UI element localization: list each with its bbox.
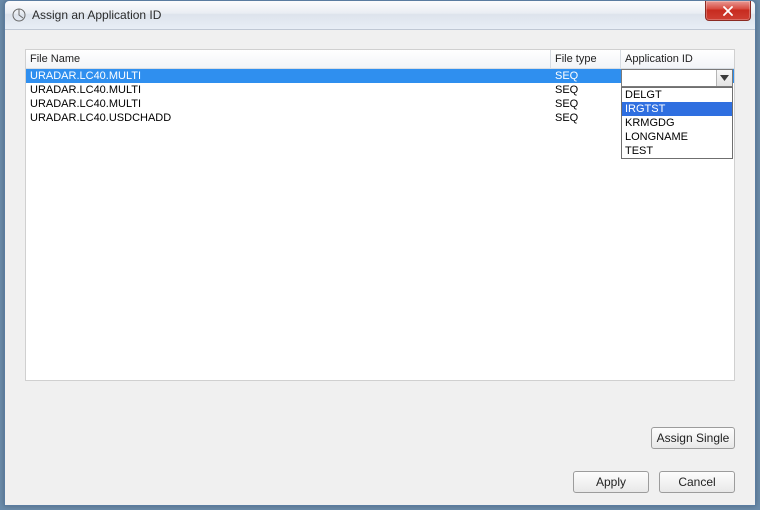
assign-single-button[interactable]: Assign Single — [651, 427, 735, 449]
cell-file-name: URADAR.LC40.MULTI — [26, 83, 551, 97]
window-title: Assign an Application ID — [32, 8, 161, 22]
cell-file-name: URADAR.LC40.USDCHADD — [26, 111, 551, 125]
cell-file-type: SEQ — [551, 111, 621, 125]
application-id-dropdown[interactable]: DELGTIRGTSTKRMGDGLONGNAMETEST — [621, 87, 733, 159]
dropdown-option[interactable]: TEST — [622, 144, 732, 158]
dropdown-option[interactable]: LONGNAME — [622, 130, 732, 144]
column-header-file-name[interactable]: File Name — [26, 50, 551, 68]
application-id-combo-button[interactable] — [716, 70, 732, 86]
titlebar[interactable]: Assign an Application ID — [5, 1, 755, 30]
file-table: File Name File type Application ID URADA… — [25, 49, 735, 381]
dropdown-option[interactable]: KRMGDG — [622, 116, 732, 130]
table-header: File Name File type Application ID — [26, 50, 734, 69]
dropdown-option[interactable]: IRGTST — [622, 102, 732, 116]
close-button[interactable] — [705, 1, 751, 21]
cancel-button[interactable]: Cancel — [659, 471, 735, 493]
app-icon — [11, 7, 27, 23]
application-id-combo-text — [622, 70, 716, 86]
dialog-window: Assign an Application ID File Name File … — [4, 0, 756, 506]
application-id-combo[interactable] — [621, 69, 733, 87]
column-header-file-type[interactable]: File type — [551, 50, 621, 68]
column-header-application-id[interactable]: Application ID — [621, 50, 734, 68]
apply-button[interactable]: Apply — [573, 471, 649, 493]
cell-file-type: SEQ — [551, 69, 621, 83]
cell-file-type: SEQ — [551, 83, 621, 97]
cell-file-name: URADAR.LC40.MULTI — [26, 97, 551, 111]
cell-file-type: SEQ — [551, 97, 621, 111]
cell-file-name: URADAR.LC40.MULTI — [26, 69, 551, 83]
content-area: File Name File type Application ID URADA… — [15, 39, 745, 495]
dropdown-option[interactable]: DELGT — [622, 88, 732, 102]
